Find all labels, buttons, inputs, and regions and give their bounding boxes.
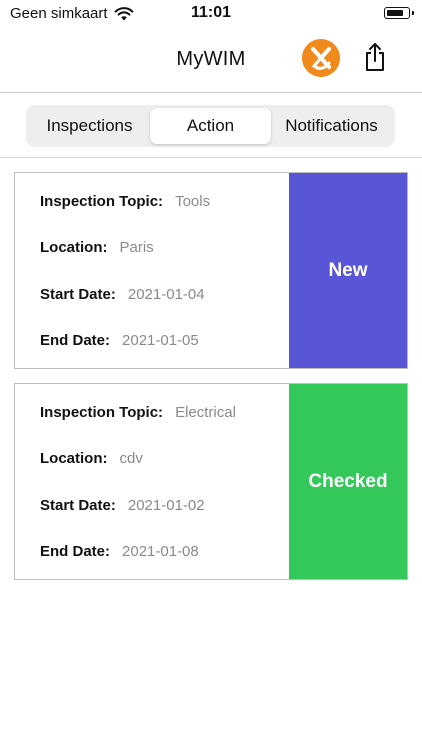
topic-row: Inspection Topic: Tools — [40, 193, 210, 210]
clock: 11:01 — [190, 4, 232, 21]
battery-icon — [384, 7, 414, 19]
location-label: Location: — [40, 450, 108, 467]
inspection-card[interactable]: Inspection Topic: Tools Location: Paris … — [14, 172, 408, 369]
location-row: Location: cdv — [40, 450, 143, 467]
card-details: Inspection Topic: Electrical Location: c… — [15, 384, 289, 579]
divider — [0, 157, 422, 158]
screen: Geen simkaart 11:01 MyWIM Inspections Ac… — [0, 0, 422, 750]
start-date-value: 2021-01-04 — [127, 286, 205, 303]
status-badge: New — [289, 173, 407, 368]
card-details: Inspection Topic: Tools Location: Paris … — [15, 173, 289, 368]
location-value: cdv — [119, 450, 143, 467]
tab-inspections[interactable]: Inspections — [29, 108, 150, 144]
location-label: Location: — [40, 239, 108, 256]
topic-label: Inspection Topic: — [40, 193, 164, 210]
tab-action[interactable]: Action — [150, 108, 271, 144]
nav-title: MyWIM — [176, 48, 246, 70]
tab-notifications[interactable]: Notifications — [271, 108, 392, 144]
end-date-value: 2021-01-08 — [122, 543, 199, 560]
segmented-control: Inspections Action Notifications — [26, 105, 395, 147]
topic-row: Inspection Topic: Electrical — [40, 404, 236, 421]
status-bar: Geen simkaart 11:01 — [0, 0, 422, 28]
topic-value: Electrical — [175, 404, 236, 421]
start-date-label: Start Date: — [40, 286, 116, 303]
topic-value: Tools — [175, 193, 211, 210]
nav-bar: MyWIM — [0, 28, 422, 93]
end-date-row: End Date: 2021-01-05 — [40, 332, 199, 349]
start-date-row: Start Date: 2021-01-02 — [40, 497, 205, 514]
topic-label: Inspection Topic: — [40, 404, 164, 421]
location-row: Location: Paris — [40, 239, 154, 256]
inspection-card[interactable]: Inspection Topic: Electrical Location: c… — [14, 383, 408, 580]
start-date-value: 2021-01-02 — [127, 497, 205, 514]
location-value: Paris — [119, 239, 154, 256]
end-date-label: End Date: — [40, 332, 111, 349]
start-date-row: Start Date: 2021-01-04 — [40, 286, 205, 303]
brand-logo-icon[interactable] — [302, 39, 340, 77]
share-icon[interactable] — [362, 42, 388, 72]
end-date-label: End Date: — [40, 543, 111, 560]
status-badge: Checked — [289, 384, 407, 579]
start-date-label: Start Date: — [40, 497, 116, 514]
end-date-value: 2021-01-05 — [122, 332, 199, 349]
end-date-row: End Date: 2021-01-08 — [40, 543, 199, 560]
